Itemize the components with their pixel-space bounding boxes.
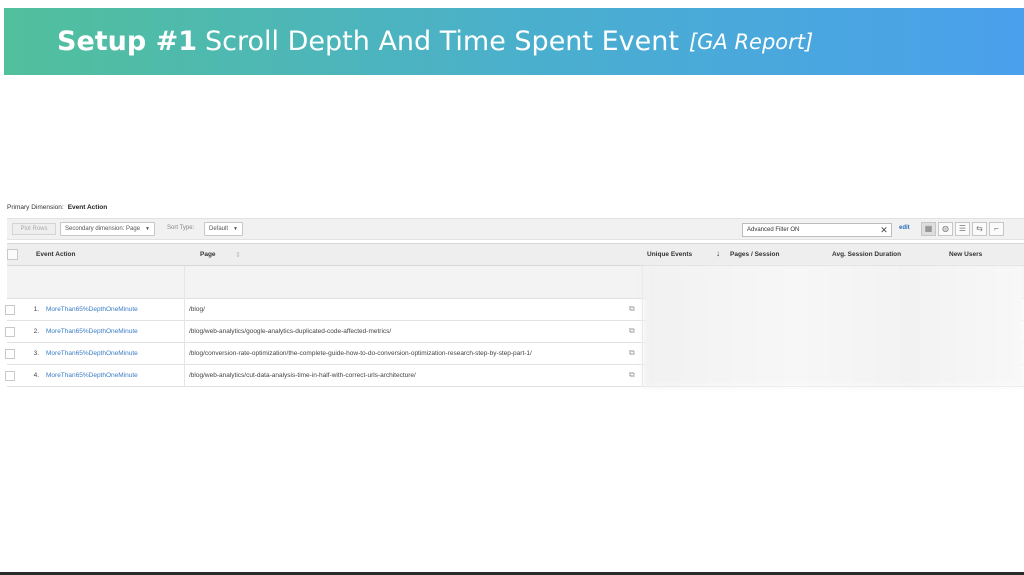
secondary-dimension-select[interactable]: Secondary dimension: Page ▼ <box>60 222 155 236</box>
column-header-unique-events[interactable]: Unique Events <box>647 251 692 258</box>
event-action-link[interactable]: MoreThan65%DepthOneMinute <box>46 372 138 379</box>
slide-title-banner: Setup #1 Scroll Depth And Time Spent Eve… <box>4 8 1024 75</box>
sort-descending-icon: ↓ <box>716 249 720 258</box>
blurred-metrics-area <box>643 266 1024 387</box>
column-divider <box>184 266 185 387</box>
column-header-pages-session[interactable]: Pages / Session <box>730 251 780 258</box>
secondary-dimension-value: Secondary dimension: Page <box>65 226 141 232</box>
open-page-icon[interactable]: ⧉ <box>629 348 635 358</box>
column-info-icon: ⇕ <box>235 252 241 259</box>
report-toolbar: Plot Rows Secondary dimension: Page ▼ Sor… <box>7 218 1024 240</box>
sort-type-value: Default <box>209 226 229 232</box>
page-path: /blog/web-analytics/cut-data-analysis-ti… <box>189 372 416 379</box>
performance-view-icon[interactable]: ☰ <box>955 222 970 236</box>
chevron-down-icon: ▼ <box>145 226 150 232</box>
pivot-view-icon[interactable]: ⌐ <box>989 222 1004 236</box>
primary-dimension-value[interactable]: Event Action <box>68 204 108 211</box>
primary-dimension-row: Primary Dimension: Event Action <box>7 204 107 211</box>
event-action-link[interactable]: MoreThan65%DepthOneMinute <box>46 350 138 357</box>
column-header-avg-session-duration[interactable]: Avg. Session Duration <box>832 251 901 258</box>
column-header-new-users[interactable]: New Users <box>949 251 982 258</box>
row-checkbox[interactable] <box>5 327 15 337</box>
advanced-filter-field[interactable]: Advanced Filter ON <box>742 223 878 237</box>
pie-view-icon[interactable]: ◍ <box>938 222 953 236</box>
open-page-icon[interactable]: ⧉ <box>629 326 635 336</box>
sort-type-label: Sort Type: <box>167 225 195 231</box>
clear-filter-icon[interactable]: ✕ <box>877 223 892 237</box>
page-path: /blog/conversion-rate-optimization/the-c… <box>189 350 532 357</box>
slide-title-tag: [GA Report] <box>688 29 814 54</box>
column-header-event-action[interactable]: Event Action <box>36 251 76 258</box>
row-number: 2. <box>33 328 39 335</box>
event-action-link[interactable]: MoreThan65%DepthOneMinute <box>46 306 138 313</box>
table-view-icon[interactable]: ▦ <box>921 222 936 236</box>
plot-rows-button[interactable]: Plot Rows <box>12 223 56 235</box>
primary-dimension-label: Primary Dimension: <box>7 204 64 211</box>
sort-type-select[interactable]: Default ▼ <box>204 222 243 236</box>
page-path: /blog/web-analytics/google-analytics-dup… <box>189 328 392 335</box>
edit-filter-link[interactable]: edit <box>899 225 910 231</box>
comparison-view-icon[interactable]: ⇆ <box>972 222 987 236</box>
row-number: 3. <box>33 350 39 357</box>
slide-title: Scroll Depth And Time Spent Event <box>205 26 679 57</box>
slide-title-bold: Setup #1 <box>57 26 198 57</box>
view-switcher: ▦ ◍ ☰ ⇆ ⌐ <box>921 222 1006 236</box>
row-number: 1. <box>33 306 39 313</box>
row-checkbox[interactable] <box>5 305 15 315</box>
row-checkbox[interactable] <box>5 371 15 381</box>
row-checkbox[interactable] <box>5 349 15 359</box>
chevron-down-icon: ▼ <box>233 226 238 232</box>
page-path: /blog/ <box>189 306 205 313</box>
event-action-link[interactable]: MoreThan65%DepthOneMinute <box>46 328 138 335</box>
select-all-checkbox[interactable] <box>7 249 18 260</box>
open-page-icon[interactable]: ⧉ <box>629 304 635 314</box>
column-header-page[interactable]: Page <box>200 251 216 258</box>
table-header: Event Action Page ⇕ Unique Events ↓ Page… <box>7 243 1024 266</box>
row-number: 4. <box>33 372 39 379</box>
open-page-icon[interactable]: ⧉ <box>629 370 635 380</box>
